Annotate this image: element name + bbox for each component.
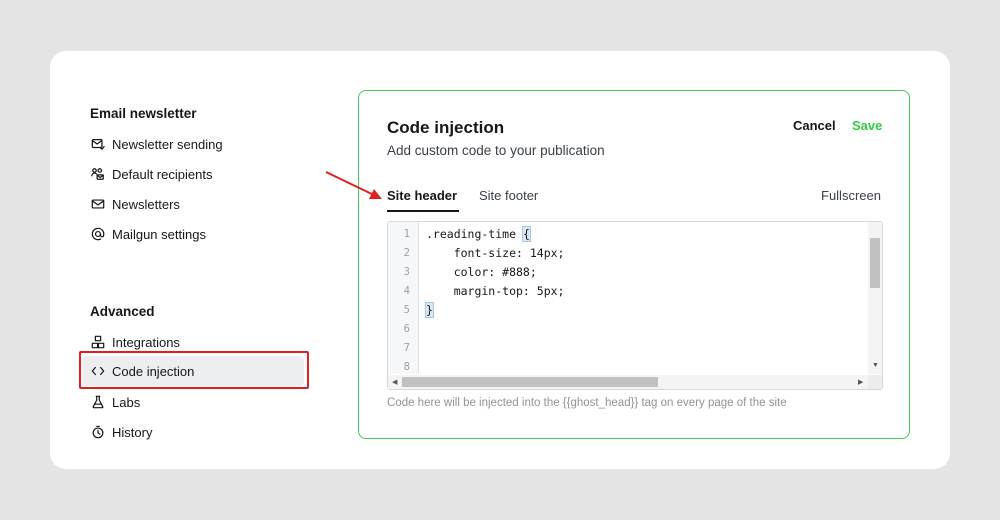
horizontal-scrollbar[interactable]: ◀ ▶: [388, 375, 870, 389]
horizontal-scroll-thumb[interactable]: [402, 377, 658, 387]
active-tab-underline: [387, 210, 459, 212]
mail-send-icon: [90, 137, 105, 152]
sidebar-item-label: Newsletters: [112, 196, 180, 212]
sidebar-item-label: Default recipients: [112, 166, 213, 182]
scroll-right-arrow-icon[interactable]: ▶: [858, 378, 863, 386]
flask-icon: [90, 395, 105, 410]
users-mail-icon: [90, 167, 105, 182]
history-icon: [90, 425, 105, 440]
sidebar-item-default-recipients[interactable]: Default recipients: [90, 162, 212, 186]
section-title-email-newsletter: Email newsletter: [90, 106, 197, 121]
code-injection-panel: Code injection Add custom code to your p…: [358, 90, 910, 439]
settings-card: Email newsletter Newsletter sending Defa…: [50, 51, 950, 469]
integrations-icon: [90, 335, 105, 350]
code-line-5: }: [425, 302, 434, 318]
code-line-3: color: #888;: [426, 265, 537, 279]
sidebar-item-history[interactable]: History: [90, 420, 152, 444]
line-number: 1: [403, 228, 410, 240]
line-number: 8: [403, 361, 410, 373]
tab-site-header[interactable]: Site header: [387, 188, 457, 203]
sidebar-item-newsletters[interactable]: Newsletters: [90, 192, 180, 216]
line-number: 2: [403, 247, 410, 259]
tab-site-footer[interactable]: Site footer: [479, 188, 538, 203]
sidebar-item-newsletter-sending[interactable]: Newsletter sending: [90, 132, 223, 156]
sidebar-item-label: History: [112, 424, 153, 440]
line-number: 7: [403, 342, 410, 354]
sidebar-item-labs[interactable]: Labs: [90, 390, 140, 414]
vertical-scrollbar[interactable]: ▼: [868, 222, 882, 374]
scroll-down-arrow-icon[interactable]: ▼: [872, 362, 879, 369]
fullscreen-button[interactable]: Fullscreen: [821, 188, 881, 203]
vertical-scroll-thumb[interactable]: [870, 238, 880, 288]
scrollbar-corner: [868, 375, 882, 389]
line-number: 4: [403, 285, 410, 297]
sidebar-item-label: Mailgun settings: [112, 226, 206, 242]
save-button[interactable]: Save: [852, 118, 882, 133]
code-editor[interactable]: 1 2 3 4 5 6 7 8 .reading-time { font-siz…: [387, 221, 883, 390]
code-line-4: margin-top: 5px;: [426, 284, 565, 298]
envelope-icon: [90, 197, 105, 212]
sidebar-item-label: Integrations: [112, 334, 180, 350]
matched-brace-close: }: [425, 302, 434, 318]
line-number: 3: [403, 266, 410, 278]
at-sign-icon: [90, 227, 105, 242]
sidebar-item-mailgun-settings[interactable]: Mailgun settings: [90, 222, 206, 246]
matched-brace-open: {: [521, 226, 531, 242]
scroll-left-arrow-icon[interactable]: ◀: [392, 378, 397, 386]
injection-hint-text: Code here will be injected into the {{gh…: [387, 397, 787, 409]
sidebar-item-label: Labs: [112, 394, 141, 410]
code-line-2: font-size: 14px;: [426, 246, 565, 260]
line-number-gutter: 1 2 3 4 5 6 7 8: [388, 222, 419, 374]
panel-subtitle: Add custom code to your publication: [387, 143, 605, 158]
code-injection-highlight-box: [79, 351, 309, 389]
line-number: 5: [403, 304, 410, 316]
section-title-advanced: Advanced: [90, 304, 155, 319]
cancel-button[interactable]: Cancel: [793, 118, 836, 133]
line-number: 6: [403, 323, 410, 335]
panel-title: Code injection: [387, 118, 505, 137]
code-line-1: .reading-time {: [426, 226, 531, 242]
sidebar-item-label: Newsletter sending: [112, 136, 223, 152]
